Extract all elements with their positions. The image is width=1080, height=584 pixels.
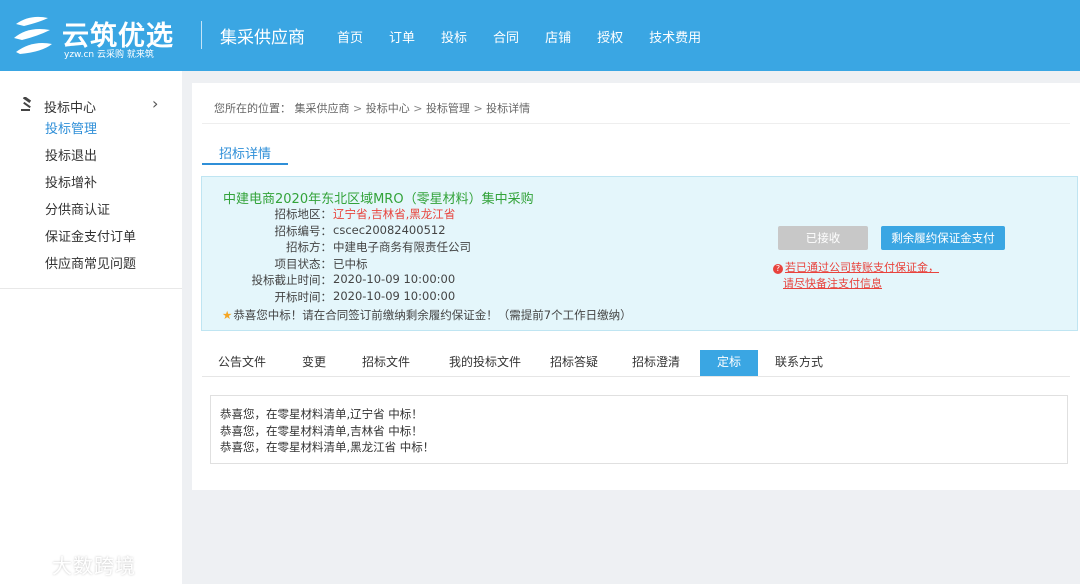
tab-my-bid-files[interactable]: 我的投标文件 [442, 350, 528, 376]
sidebar-item-subcontractor-cert[interactable]: 分供商认证 [45, 202, 136, 229]
award-result-line: 恭喜您，在零星材料清单,辽宁省 中标！ [220, 407, 423, 421]
tender-title: 中建电商2020年东北区域MRO（零星材料）集中采购 [223, 192, 534, 207]
sidebar-item-bid-withdraw[interactable]: 投标退出 [45, 148, 136, 175]
received-button: 已接收 [778, 226, 868, 250]
info-value-deadline: 2020-10-09 10:00:00 [333, 272, 456, 286]
nav-tech-fee[interactable]: 技术费用 [649, 27, 701, 46]
watermark-logo-icon [9, 554, 46, 573]
sidebar-menu: 投标管理 投标退出 投标增补 分供商认证 保证金支付订单 供应商常见问题 [45, 121, 136, 283]
info-row-status: 项目状态： 已中标 [202, 256, 368, 272]
main-nav: 首页 订单 投标 合同 店铺 授权 技术费用 [337, 27, 727, 46]
sidebar-item-supplier-faq[interactable]: 供应商常见问题 [45, 256, 136, 283]
tab-qa[interactable]: 招标答疑 [544, 350, 604, 376]
nav-bidding[interactable]: 投标 [441, 27, 467, 46]
breadcrumb-current: 投标详情 [486, 102, 531, 115]
portal-name: 集采供应商 [220, 28, 305, 48]
award-result-line: 恭喜您，在零星材料清单,吉林省 中标！ [220, 423, 423, 438]
tab-tender-files[interactable]: 招标文件 [356, 350, 416, 376]
award-result-box: 恭喜您，在零星材料清单,辽宁省 中标！ 恭喜您，在零星材料清单,吉林省 中标！ … [210, 395, 1068, 464]
breadcrumb-item[interactable]: 投标管理 [426, 102, 470, 115]
pay-remaining-deposit-button[interactable]: 剩余履约保证金支付 [881, 226, 1005, 250]
breadcrumb-divider [202, 123, 1070, 124]
nav-orders[interactable]: 订单 [389, 27, 415, 46]
breadcrumb-item[interactable]: 集采供应商 [295, 102, 350, 115]
info-value-tenderer: 中建电子商务有限责任公司 [333, 240, 471, 254]
tab-tender-details[interactable]: 招标详情 [202, 138, 288, 165]
logo-subtitle: yzw.cn 云采购 就来筑 [64, 50, 154, 60]
watermark-text: 大数跨境 [52, 554, 136, 578]
info-row-tender-number: 招标编号： cscec20082400512 [202, 223, 446, 239]
gavel-icon [21, 97, 32, 111]
nav-authorization[interactable]: 授权 [597, 27, 623, 46]
tender-info-panel: 中建电商2020年东北区域MRO（零星材料）集中采购 招标地区： 辽宁省,吉林省… [201, 176, 1078, 331]
tab-changes[interactable]: 变更 [294, 350, 334, 376]
detail-tabs: 公告文件 变更 招标文件 我的投标文件 招标答疑 招标澄清 定标 联系方式 [202, 350, 1070, 377]
info-key: 项目状态： [274, 256, 333, 271]
watermark: 大数跨境 [8, 549, 148, 579]
sidebar-divider [0, 288, 182, 289]
tab-announcement[interactable]: 公告文件 [208, 350, 276, 376]
info-key: 开标时间： [274, 289, 333, 304]
star-icon: ★ [222, 308, 233, 322]
sidebar-item-bid-management[interactable]: 投标管理 [45, 121, 136, 148]
tab-clarification[interactable]: 招标澄清 [626, 350, 686, 376]
info-row-deadline: 投标截止时间： 2020-10-09 10:00:00 [202, 272, 456, 288]
win-notice-text: 恭喜您中标！请在合同签订前缴纳剩余履约保证金！（需提前7个工作日缴纳） [233, 308, 632, 322]
info-row-region: 招标地区： 辽宁省,吉林省,黑龙江省 [202, 206, 456, 222]
info-value-status: 已中标 [333, 256, 368, 271]
logo-mark-icon [14, 16, 52, 54]
breadcrumb-separator: > [353, 102, 363, 115]
deposit-warning-link[interactable]: ? 若已通过公司转账支付保证金， [773, 259, 939, 275]
info-value-tender-number: cscec20082400512 [333, 222, 446, 237]
top-navigation-bar: 云筑优选 yzw.cn 云采购 就来筑 集采供应商 首页 订单 投标 合同 店铺… [0, 0, 1080, 71]
header-divider [201, 21, 202, 49]
brand-logo[interactable]: 云筑优选 yzw.cn 云采购 就来筑 [10, 12, 180, 60]
breadcrumb: 您所在的位置： 集采供应商 > 投标中心 > 投标管理 > 投标详情 [214, 100, 530, 116]
breadcrumb-prefix: 您所在的位置： [214, 102, 291, 115]
info-key: 投标截止时间： [251, 273, 333, 287]
alert-icon: ? [773, 264, 783, 274]
tab-contact[interactable]: 联系方式 [768, 350, 830, 376]
sidebar-item-deposit-orders[interactable]: 保证金支付订单 [45, 229, 136, 256]
award-result-line: 恭喜您，在零星材料清单,黑龙江省 中标！ [220, 440, 435, 454]
deposit-warning-text: 若已通过公司转账支付保证金， [785, 261, 939, 274]
breadcrumb-separator: > [413, 102, 423, 115]
deposit-remark-link[interactable]: 请尽快备注支付信息 [783, 275, 882, 291]
info-row-tenderer: 招标方： 中建电子商务有限责任公司 [202, 239, 471, 255]
info-value-opening-time: 2020-10-09 10:00:00 [333, 288, 456, 303]
sidebar-section-bidding-center[interactable]: 投标中心 › [20, 94, 170, 116]
info-value-region: 辽宁省,吉林省,黑龙江省 [333, 207, 456, 221]
info-row-opening-time: 开标时间： 2020-10-09 10:00:00 [202, 289, 456, 305]
sidebar-title: 投标中心 [44, 101, 97, 116]
chevron-right-icon[interactable]: › [152, 94, 158, 113]
nav-store[interactable]: 店铺 [545, 27, 571, 46]
breadcrumb-item[interactable]: 投标中心 [366, 102, 410, 115]
sidebar: 投标中心 › 投标管理 投标退出 投标增补 分供商认证 保证金支付订单 供应商常… [0, 71, 182, 584]
win-notice: ★恭喜您中标！请在合同签订前缴纳剩余履约保证金！（需提前7个工作日缴纳） [222, 307, 632, 323]
tab-award[interactable]: 定标 [700, 350, 758, 376]
nav-contracts[interactable]: 合同 [493, 27, 519, 46]
main-content: 您所在的位置： 集采供应商 > 投标中心 > 投标管理 > 投标详情 招标详情 … [192, 83, 1080, 490]
info-key: 招标编号： [274, 223, 333, 238]
info-key: 招标地区： [274, 207, 333, 221]
info-key: 招标方： [286, 240, 332, 254]
nav-home[interactable]: 首页 [337, 27, 363, 46]
sidebar-item-bid-supplement[interactable]: 投标增补 [45, 175, 136, 202]
breadcrumb-separator: > [473, 102, 483, 115]
